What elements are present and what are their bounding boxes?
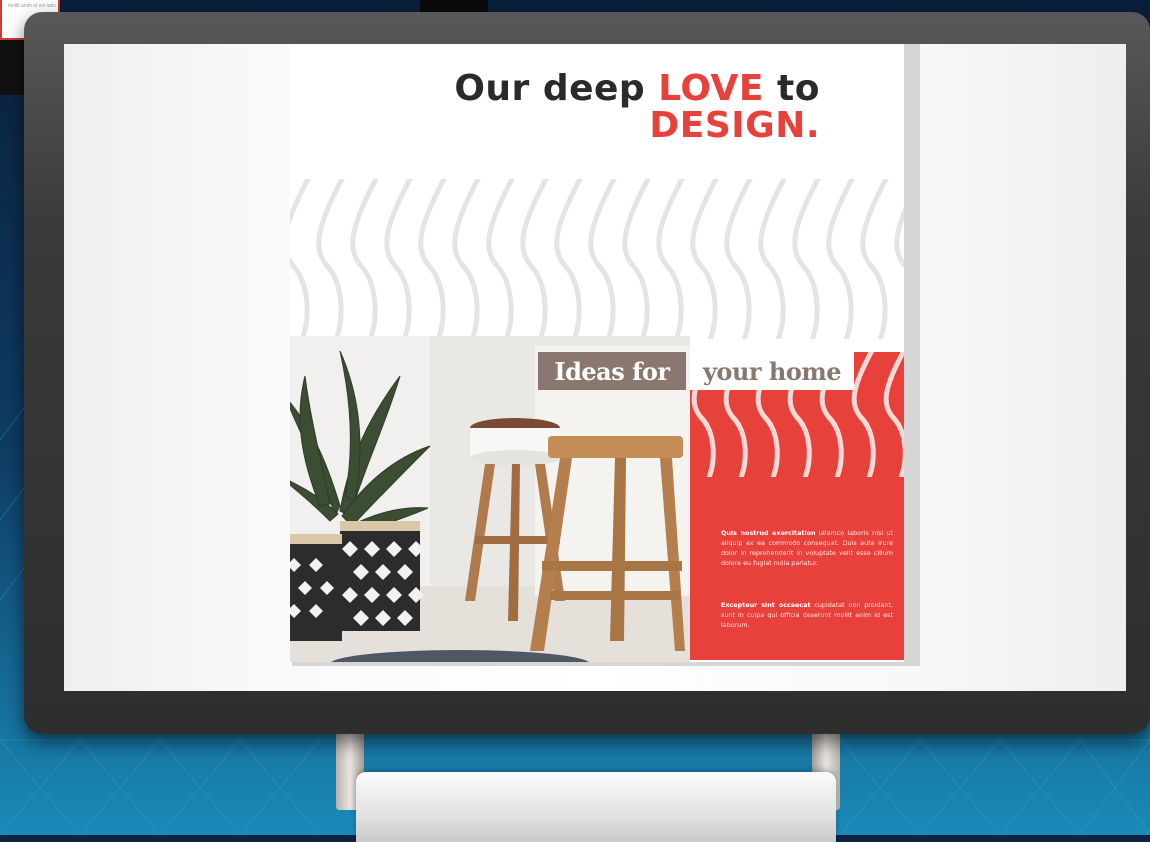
headline-accent-love: LOVE — [658, 68, 764, 109]
wave-line — [316, 179, 345, 339]
wave-line — [724, 179, 753, 339]
wave-line — [851, 352, 876, 477]
body-paragraph-1: Quis nostrud exercitation ullamco labori… — [721, 528, 893, 568]
wave-line — [384, 179, 413, 339]
wave-line — [290, 179, 311, 339]
woven-basket-icon — [290, 521, 424, 641]
slide-page: Our deep LOVE to DESIGN. Quis nostrud ex… — [290, 44, 904, 662]
wave-line — [894, 206, 904, 269]
headline-word-1: Our deep — [454, 68, 646, 109]
monitor-screen: Our deep LOVE to DESIGN. Quis nostrud ex… — [64, 44, 1126, 691]
section-label-home: your home — [690, 352, 854, 390]
headline-word-2: to — [777, 68, 820, 109]
background-card-text: mollit anim id est laborum. — [8, 3, 56, 9]
wave-line — [860, 179, 889, 339]
wave-line — [350, 179, 379, 339]
wave-line — [656, 179, 685, 339]
stand-base — [356, 772, 836, 842]
headline: Our deep LOVE to DESIGN. — [454, 70, 820, 144]
wave-line — [883, 352, 904, 477]
wave-line — [452, 179, 481, 339]
section-label-ideas: Ideas for — [538, 352, 686, 390]
wave-line — [520, 179, 549, 339]
headline-accent-design: DESIGN. — [649, 105, 820, 146]
red-text-panel: Quis nostrud exercitation ullamco labori… — [690, 352, 904, 660]
section-label-home-text: your home — [702, 356, 842, 386]
wave-line — [622, 179, 651, 339]
wave-pattern-icon — [290, 179, 904, 339]
section-label-ideas-text: Ideas for — [554, 356, 670, 386]
body-paragraph-1-lead: Quis nostrud exercitation — [721, 529, 816, 538]
wave-line — [418, 179, 447, 339]
body-paragraph-2-lead: Excepteur sint occaecat — [721, 601, 811, 610]
wave-line — [826, 179, 855, 339]
wave-line — [792, 179, 821, 339]
body-paragraph-2: Excepteur sint occaecat cupidatat non pr… — [721, 600, 893, 630]
wave-line — [690, 179, 719, 339]
wave-line — [588, 179, 617, 339]
wave-line — [758, 179, 787, 339]
headline-line-1: Our deep LOVE to — [454, 70, 820, 107]
wave-line — [486, 179, 515, 339]
wave-line — [554, 179, 583, 339]
